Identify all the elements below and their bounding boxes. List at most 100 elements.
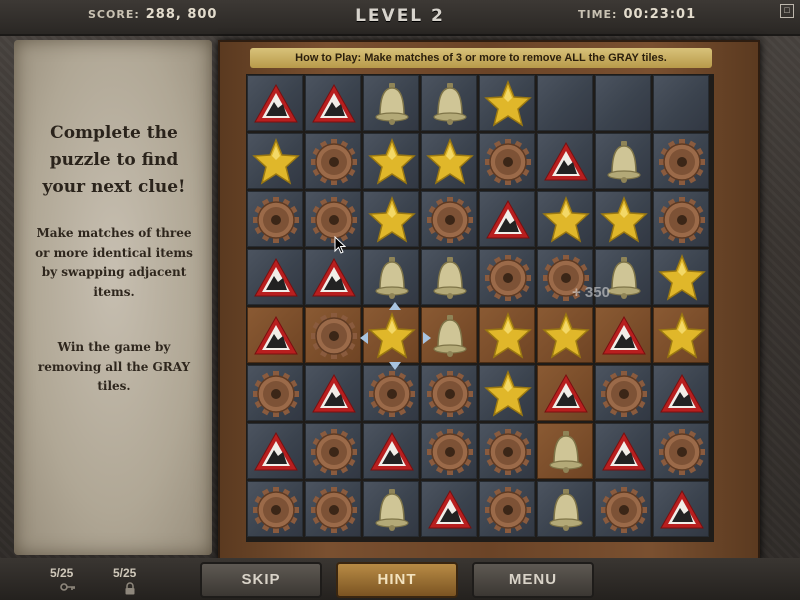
star-icon	[368, 195, 416, 243]
warning-sign-icon	[660, 489, 704, 529]
gear-icon	[427, 197, 473, 243]
board-tile[interactable]	[305, 249, 361, 305]
board-tile[interactable]	[537, 481, 593, 537]
lock-icon	[125, 582, 135, 595]
key-icon	[60, 583, 75, 591]
board-tile[interactable]	[653, 307, 709, 363]
board-tile[interactable]	[421, 249, 477, 305]
board-tile[interactable]	[537, 365, 593, 421]
board-tile[interactable]	[421, 191, 477, 247]
hint-button[interactable]: HINT	[336, 562, 458, 598]
board-tile[interactable]	[363, 365, 419, 421]
board-tile[interactable]	[595, 133, 651, 189]
board-tile[interactable]	[421, 365, 477, 421]
board-tile[interactable]	[595, 481, 651, 537]
menu-button[interactable]: MENU	[472, 562, 594, 598]
bell-icon	[433, 257, 467, 299]
board-tile[interactable]	[247, 365, 303, 421]
mouse-cursor-icon	[334, 236, 346, 254]
warning-sign-icon	[254, 315, 298, 355]
board-tile[interactable]	[305, 307, 361, 363]
warning-sign-icon	[254, 431, 298, 471]
board-tile[interactable]	[421, 481, 477, 537]
board-tile[interactable]	[595, 75, 651, 131]
gear-icon	[485, 139, 531, 185]
gear-icon	[253, 487, 299, 533]
board-tile[interactable]	[247, 481, 303, 537]
board-tile[interactable]	[305, 365, 361, 421]
star-icon	[658, 311, 706, 359]
board-tile[interactable]	[421, 133, 477, 189]
gear-icon	[659, 429, 705, 475]
board-tile[interactable]	[537, 191, 593, 247]
board-tile[interactable]	[479, 75, 535, 131]
swap-arrow-up-icon[interactable]	[389, 302, 401, 310]
board-tile[interactable]	[479, 481, 535, 537]
star-icon	[426, 137, 474, 185]
board-tile[interactable]	[537, 307, 593, 363]
gear-icon	[253, 371, 299, 417]
board-tile[interactable]	[653, 133, 709, 189]
star-icon	[368, 137, 416, 185]
board-tile[interactable]	[595, 365, 651, 421]
board-tile[interactable]	[363, 307, 419, 363]
score-value: 288, 800	[145, 7, 218, 22]
board-tile[interactable]	[537, 423, 593, 479]
gear-icon	[659, 139, 705, 185]
board-tile[interactable]	[479, 307, 535, 363]
board-tile[interactable]	[537, 75, 593, 131]
board-tile[interactable]	[363, 191, 419, 247]
skip-button[interactable]: SKIP	[200, 562, 322, 598]
window-restore-icon[interactable]: □	[780, 4, 794, 18]
gear-icon	[427, 429, 473, 475]
board-tile[interactable]	[479, 191, 535, 247]
board-tile[interactable]	[363, 133, 419, 189]
gear-icon	[311, 139, 357, 185]
board-tile[interactable]	[595, 423, 651, 479]
board-tile[interactable]	[653, 481, 709, 537]
score-display: SCORE: 288, 800	[88, 7, 217, 22]
score-popup: + 350	[572, 284, 610, 301]
board-tile[interactable]	[653, 423, 709, 479]
board-tile[interactable]	[537, 133, 593, 189]
board-tile[interactable]	[247, 133, 303, 189]
board-tile[interactable]	[247, 191, 303, 247]
gear-icon	[253, 197, 299, 243]
board-tile[interactable]	[363, 481, 419, 537]
board-tile[interactable]	[305, 423, 361, 479]
board-tile[interactable]	[421, 75, 477, 131]
board-tile[interactable]	[363, 423, 419, 479]
gear-icon	[485, 255, 531, 301]
star-icon	[658, 253, 706, 301]
board-tile[interactable]	[247, 249, 303, 305]
swap-arrow-down-icon[interactable]	[389, 362, 401, 370]
board-tile[interactable]	[653, 191, 709, 247]
board-tile[interactable]	[653, 75, 709, 131]
board-tile[interactable]	[247, 307, 303, 363]
board-tile[interactable]	[595, 307, 651, 363]
board-tile[interactable]	[421, 423, 477, 479]
board-tile[interactable]	[363, 75, 419, 131]
swap-arrow-left-icon[interactable]	[360, 332, 368, 344]
board-tile[interactable]	[305, 191, 361, 247]
board-tile[interactable]	[479, 133, 535, 189]
board-tile[interactable]	[479, 423, 535, 479]
board-tile[interactable]	[653, 365, 709, 421]
score-label: SCORE:	[88, 8, 140, 21]
star-icon	[600, 195, 648, 243]
board-tile[interactable]	[595, 191, 651, 247]
board-tile[interactable]	[247, 75, 303, 131]
star-icon	[484, 369, 532, 417]
board-tile[interactable]	[305, 133, 361, 189]
board-tile[interactable]	[653, 249, 709, 305]
board-tile[interactable]	[305, 75, 361, 131]
board-tile[interactable]	[479, 365, 535, 421]
board-tile[interactable]	[247, 423, 303, 479]
board-tile[interactable]	[363, 249, 419, 305]
how-to-play-banner: How to Play: Make matches of 3 or more t…	[250, 48, 712, 68]
board-tile[interactable]	[479, 249, 535, 305]
gear-icon	[311, 313, 357, 359]
swap-arrow-right-icon[interactable]	[423, 332, 431, 344]
gear-icon	[601, 487, 647, 533]
board-tile[interactable]	[305, 481, 361, 537]
